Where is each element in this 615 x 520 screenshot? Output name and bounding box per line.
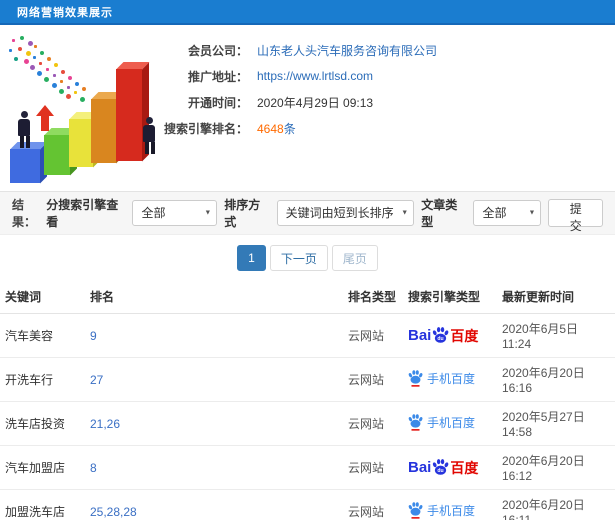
- table-row: 洗车店投资 21,26 云网站 手机百度 2020年5月27日 14:58: [0, 401, 615, 446]
- baidu-mobile-logo: 手机百度: [408, 501, 475, 519]
- engine-type-cell: 手机百度: [403, 357, 497, 402]
- rank-cell: 8: [85, 445, 343, 490]
- member-info-list: 会员公司： 山东老人头汽车服务咨询有限公司 推广地址： https://www.…: [160, 37, 615, 141]
- sort-select-wrapper: 关键词由短到长排序: [276, 200, 415, 226]
- filter-bar: 结果： 分搜索引擎查看 全部 排序方式 关键词由短到长排序 文章类型 全部 提交: [0, 191, 615, 235]
- baidu-pc-logo: Bai du 百度: [408, 459, 479, 476]
- results-table: 关键词 排名 排名类型 搜索引擎类型 最新更新时间 汽车美容 9 云网站 Bai…: [0, 280, 615, 520]
- rank-cell: 25,28,28: [85, 489, 343, 520]
- update-time-cell: 2020年6月5日 11:24: [497, 313, 615, 358]
- keyword-cell: 洗车店投资: [0, 401, 85, 446]
- sort-label: 排序方式: [224, 198, 261, 229]
- engine-filter-label: 分搜索引擎查看: [46, 198, 119, 229]
- rank-type-cell: 云网站: [343, 401, 403, 446]
- table-row: 开洗车行 27 云网站 手机百度 2020年6月20日 16:16: [0, 357, 615, 402]
- info-row-company: 会员公司： 山东老人头汽车服务咨询有限公司: [160, 37, 615, 63]
- rank-type-cell: 云网站: [343, 445, 403, 490]
- open-time-label: 开通时间：: [187, 95, 248, 110]
- illus-bar-blue: [10, 149, 40, 183]
- table-header-row: 关键词 排名 排名类型 搜索引擎类型 最新更新时间: [0, 280, 615, 314]
- next-page-button[interactable]: 下一页: [269, 245, 328, 271]
- engine-rank-label: 搜索引擎排名：: [163, 121, 248, 136]
- open-time-value: 2020年4月29日 09:13: [257, 95, 374, 110]
- svg-text:du: du: [438, 468, 444, 474]
- businessman-left-figure: [18, 111, 30, 148]
- baidu-mobile-logo: 手机百度: [408, 369, 475, 387]
- company-link[interactable]: 山东老人头汽车服务咨询有限公司: [257, 42, 437, 59]
- baidu-mobile-logo: 手机百度: [408, 413, 475, 431]
- engine-filter-wrapper: 全部: [132, 200, 218, 226]
- engine-rank-count: 4648: [257, 121, 284, 136]
- illus-bar-red: [116, 69, 142, 161]
- col-header-update-time: 最新更新时间: [497, 280, 615, 314]
- filter-controls: 分搜索引擎查看 全部 排序方式 关键词由短到长排序 文章类型 全部 提交: [46, 196, 604, 233]
- engine-type-cell: Bai du 百度: [403, 445, 497, 490]
- col-header-engine-type: 搜索引擎类型: [403, 280, 497, 314]
- company-label: 会员公司：: [187, 43, 248, 58]
- table-row: 加盟洗车店 25,28,28 云网站 手机百度 2020年6月20日 16:11: [0, 489, 615, 520]
- member-info-section: 会员公司： 山东老人头汽车服务咨询有限公司 推广地址： https://www.…: [0, 25, 615, 191]
- svg-text:du: du: [438, 336, 444, 342]
- baidu-mobile-paw-icon: [408, 369, 423, 387]
- col-header-rank: 排名: [85, 280, 343, 314]
- rank-type-cell: 云网站: [343, 357, 403, 402]
- baidu-paw-icon: du: [433, 459, 449, 475]
- table-row: 汽车美容 9 云网站 Bai du 百度 2020年6月5日 11:24: [0, 313, 615, 358]
- rank-cell: 21,26: [85, 401, 343, 446]
- illus-bar-orange: [91, 99, 116, 163]
- businessman-right-figure: [143, 117, 155, 154]
- pagination: 1 下一页 尾页: [0, 235, 615, 280]
- keyword-cell: 开洗车行: [0, 357, 85, 402]
- baidu-paw-icon: du: [433, 327, 449, 343]
- engine-rank-unit: 条: [283, 121, 296, 136]
- result-label: 结果：: [12, 198, 37, 229]
- page-button-1[interactable]: 1: [237, 245, 266, 271]
- info-row-open-time: 开通时间： 2020年4月29日 09:13: [160, 89, 615, 115]
- update-time-cell: 2020年6月20日 16:12: [497, 445, 615, 490]
- rank-cell: 27: [85, 357, 343, 402]
- col-header-keyword: 关键词: [0, 280, 85, 314]
- baidu-mobile-paw-icon: [408, 413, 423, 431]
- bar-chart-illustration: [0, 29, 162, 189]
- article-type-label: 文章类型: [421, 198, 458, 229]
- engine-type-cell: 手机百度: [403, 401, 497, 446]
- growth-arrow-icon: [36, 105, 54, 131]
- sort-select[interactable]: 关键词由短到长排序: [276, 200, 415, 226]
- illus-bar-yellow: [69, 119, 93, 167]
- promo-url-link[interactable]: https://www.lrtlsd.com: [257, 69, 373, 83]
- baidu-pc-logo: Bai du 百度: [408, 327, 479, 344]
- submit-button[interactable]: 提交: [548, 199, 604, 233]
- baidu-mobile-paw-icon: [408, 501, 423, 519]
- keyword-cell: 汽车美容: [0, 313, 85, 358]
- promo-url-label: 推广地址：: [187, 69, 248, 84]
- rank-type-cell: 云网站: [343, 313, 403, 358]
- keyword-cell: 加盟洗车店: [0, 489, 85, 520]
- illus-bar-green: [44, 135, 70, 175]
- col-header-rank-type: 排名类型: [343, 280, 403, 314]
- table-row: 汽车加盟店 8 云网站 Bai du 百度 2020年6月20日 16:12: [0, 445, 615, 490]
- rank-type-cell: 云网站: [343, 489, 403, 520]
- rank-cell: 9: [85, 313, 343, 358]
- engine-rank-value: 4648条: [257, 120, 296, 137]
- info-row-url: 推广地址： https://www.lrtlsd.com: [160, 63, 615, 89]
- info-row-engine-rank: 搜索引擎排名： 4648条: [160, 115, 615, 141]
- engine-filter-select[interactable]: 全部: [132, 200, 218, 226]
- update-time-cell: 2020年6月20日 16:16: [497, 357, 615, 402]
- header-bar: 网络营销效果展示: [0, 0, 615, 25]
- engine-type-cell: Bai du 百度: [403, 313, 497, 358]
- article-type-select[interactable]: 全部: [473, 200, 542, 226]
- update-time-cell: 2020年6月20日 16:11: [497, 489, 615, 520]
- keyword-cell: 汽车加盟店: [0, 445, 85, 490]
- engine-type-cell: 手机百度: [403, 489, 497, 520]
- page-title: 网络营销效果展示: [17, 6, 113, 19]
- last-page-button[interactable]: 尾页: [331, 245, 378, 271]
- article-type-wrapper: 全部: [473, 200, 542, 226]
- update-time-cell: 2020年5月27日 14:58: [497, 401, 615, 446]
